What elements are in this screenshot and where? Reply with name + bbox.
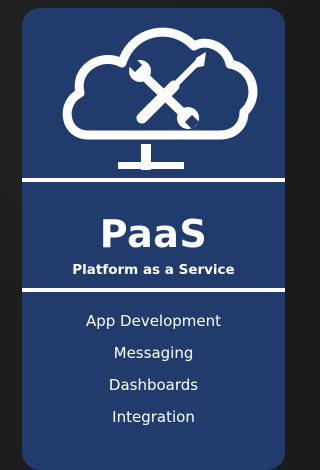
slide-background: PaaS Platform as a Service App Developme… — [0, 0, 285, 470]
service-item-messaging: Messaging — [113, 344, 194, 362]
cloud-outline — [62, 27, 258, 140]
paas-card: PaaS Platform as a Service App Developme… — [22, 8, 285, 470]
cloud-tools-icon — [22, 8, 285, 186]
monitor-stand-base-left — [118, 162, 142, 169]
card-subtitle: Platform as a Service — [72, 262, 235, 278]
service-item-dashboards: Dashboards — [108, 376, 199, 394]
service-item-integration: Integration — [112, 408, 195, 426]
card-title: PaaS — [99, 212, 208, 256]
divider-top — [22, 178, 285, 182]
service-item-app-development: App Development — [85, 312, 222, 330]
services-list: App Development Messaging Dashboards Int… — [22, 311, 285, 439]
divider-bottom — [22, 288, 285, 292]
monitor-stand-base-right — [150, 162, 184, 169]
monitor-stand-neck — [141, 144, 151, 170]
